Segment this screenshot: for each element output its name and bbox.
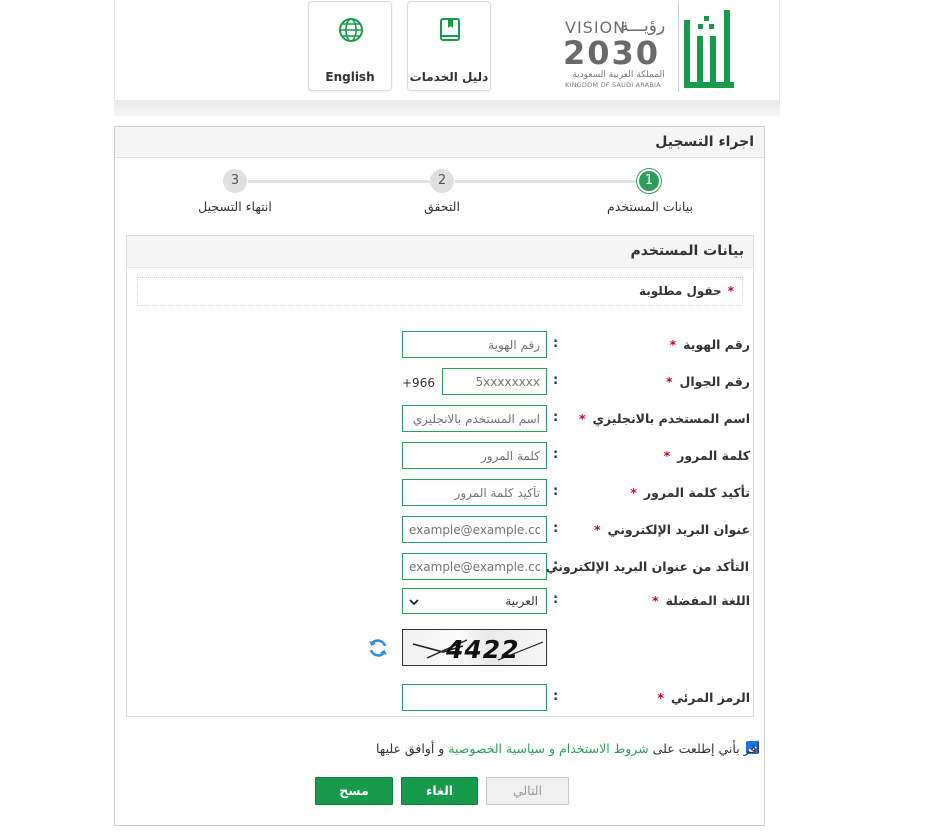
colon: : [553, 373, 559, 388]
username-input[interactable] [402, 405, 547, 432]
username-label: اسم المستخدم بالانجليزي* [578, 411, 750, 426]
next-button[interactable]: التالي [486, 777, 569, 805]
password-input[interactable] [402, 442, 547, 469]
chevron-down-icon [409, 599, 419, 606]
english-label: English [325, 70, 375, 84]
vision-subtitle-en: KINGDOM OF SAUDI ARABIA [565, 81, 661, 89]
wizard-step-1-dot: 1 [637, 169, 661, 193]
colon: : [553, 410, 559, 425]
services-guide-label: دليل الخدمات [409, 70, 489, 84]
vision-year: 2030 [563, 34, 661, 72]
refresh-icon[interactable] [367, 637, 389, 659]
colon: : [553, 484, 559, 499]
header-divider [114, 100, 780, 116]
wizard-step-3-dot: 3 [223, 169, 247, 193]
mobile-input[interactable] [442, 368, 547, 395]
colon: : [553, 689, 559, 704]
section-header: بيانات المستخدم [127, 236, 753, 268]
colon: : [553, 592, 559, 607]
id-number-label: رقم الهوية* [669, 337, 750, 352]
email-label: عنوان البريد الإلكتروني* [594, 522, 750, 537]
id-number-input[interactable] [402, 331, 547, 358]
required-fields-note: * حقول مطلوبة [137, 277, 743, 306]
privacy-link[interactable]: سياسية الخصوصية [448, 741, 545, 756]
english-language-button[interactable]: English [308, 1, 392, 91]
country-code: +966 [402, 376, 435, 390]
confirm-email-label: التأكد من عنوان البريد الإلكتروني* [532, 559, 749, 574]
language-select-value: العربية [505, 594, 538, 608]
mobile-label: رقم الجوال* [665, 374, 750, 389]
confirm-password-label: تأكيد كلمة المرور* [630, 485, 750, 500]
vision-arabic: رؤيـــة [620, 16, 666, 36]
colon: : [553, 447, 559, 462]
section-title: بيانات المستخدم [630, 243, 744, 259]
email-input[interactable] [402, 516, 547, 543]
page-title: اجراء التسجيل [655, 134, 754, 150]
cancel-button[interactable]: الغاء [401, 777, 478, 805]
captcha-image: 4422 [402, 629, 547, 666]
captcha-text: 4422 [446, 635, 520, 664]
password-label: كلمة المرور* [663, 448, 750, 463]
colon: : [553, 521, 559, 536]
colon: : [553, 558, 559, 573]
confirm-password-input[interactable] [402, 479, 547, 506]
required-note-text: حقول مطلوبة [638, 284, 722, 298]
and-connector[interactable]: و [549, 741, 555, 756]
book-icon [440, 18, 460, 41]
agreement-text: أقر بأني إطلعت على شروط الاستخدام و سياس… [376, 741, 760, 756]
vision-2030-logo: VISION رؤيـــة 2030 المملكة العربية السع… [562, 14, 674, 94]
terms-link[interactable]: شروط الاستخدام [559, 741, 649, 756]
captcha-label: الرمز المرئي* [657, 690, 750, 705]
colon: : [553, 336, 559, 351]
absher-logo [678, 2, 734, 92]
vision-subtitle-ar: المملكة العربية السعودية [572, 70, 665, 80]
captcha-input[interactable] [402, 684, 547, 711]
clear-button[interactable]: مسح [315, 777, 393, 805]
services-guide-button[interactable]: دليل الخدمات [407, 1, 491, 91]
confirm-email-input[interactable] [402, 553, 547, 580]
panel-header: اجراء التسجيل [115, 127, 764, 158]
language-select[interactable]: العربية [402, 588, 547, 614]
required-star: * [727, 284, 734, 298]
language-label: اللغة المفضلة* [652, 593, 750, 608]
globe-icon [339, 18, 363, 42]
wizard-step-2-dot: 2 [430, 169, 454, 193]
